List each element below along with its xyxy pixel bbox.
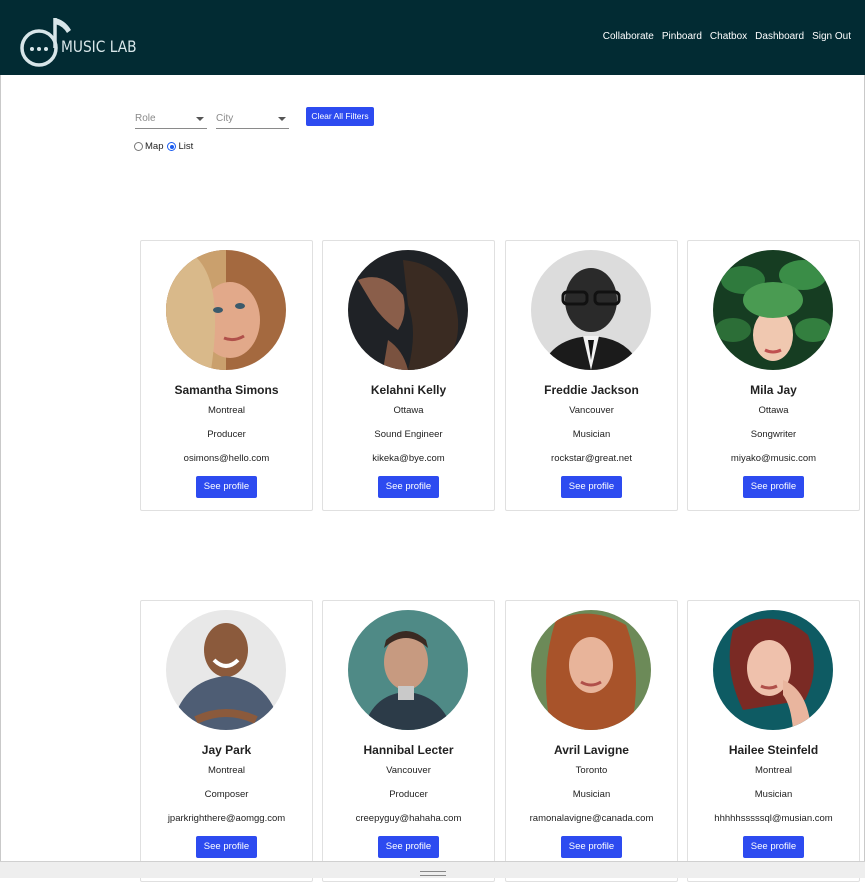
profile-email: kikeka@bye.com bbox=[372, 453, 445, 464]
profile-card: Jay Park Montreal Composer jparkrighther… bbox=[140, 600, 313, 882]
profile-email: miyako@music.com bbox=[730, 453, 817, 464]
profile-name: Mila Jay bbox=[750, 383, 797, 397]
profile-name: Samantha Simons bbox=[174, 383, 279, 397]
see-profile-button[interactable]: See profile bbox=[378, 476, 439, 498]
see-profile-button[interactable]: See profile bbox=[378, 836, 439, 858]
profile-email: osimons@hello.com bbox=[183, 453, 270, 464]
profile-card: Hannibal Lecter Vancouver Producer creep… bbox=[322, 600, 495, 882]
profile-role: Songwriter bbox=[750, 429, 797, 440]
map-radio-label: Map bbox=[145, 141, 164, 152]
avatar bbox=[713, 250, 833, 370]
avatar bbox=[348, 610, 468, 730]
list-radio[interactable] bbox=[167, 142, 177, 151]
map-radio[interactable] bbox=[134, 142, 143, 151]
list-radio-label: List bbox=[178, 141, 194, 152]
see-profile-button[interactable]: See profile bbox=[743, 476, 804, 498]
role-select-label: Role bbox=[135, 113, 156, 124]
profile-card: Kelahni Kelly Ottawa Sound Engineer kike… bbox=[322, 240, 495, 511]
nav-chatbox[interactable]: Chatbox bbox=[710, 31, 747, 42]
profile-city: Vancouver bbox=[386, 765, 431, 776]
profile-city: Montreal bbox=[755, 765, 792, 776]
city-select[interactable]: City bbox=[216, 108, 289, 129]
profile-email: creepyguy@hahaha.com bbox=[355, 813, 462, 824]
profile-role: Musician bbox=[572, 429, 611, 440]
city-select-label: City bbox=[216, 113, 234, 124]
profile-name: Hannibal Lecter bbox=[363, 743, 454, 757]
profile-name: Jay Park bbox=[201, 743, 252, 757]
nav-links: Collaborate Pinboard Chatbox Dashboard S… bbox=[603, 31, 851, 42]
brand-name: MUSIC LAB bbox=[61, 37, 137, 56]
drag-handle-icon[interactable] bbox=[420, 871, 446, 876]
profile-role: Musician bbox=[754, 789, 793, 800]
profile-name: Freddie Jackson bbox=[544, 383, 639, 397]
see-profile-button[interactable]: See profile bbox=[561, 476, 622, 498]
profile-card: Freddie Jackson Vancouver Musician rocks… bbox=[505, 240, 678, 511]
avatar bbox=[713, 610, 833, 730]
avatar bbox=[348, 250, 468, 370]
profile-name: Hailee Steinfeld bbox=[728, 743, 819, 757]
profile-name: Avril Lavigne bbox=[554, 743, 629, 757]
profile-city: Ottawa bbox=[758, 405, 789, 416]
see-profile-button[interactable]: See profile bbox=[196, 836, 257, 858]
avatar bbox=[531, 250, 651, 370]
profile-email: rockstar@great.net bbox=[551, 453, 632, 464]
profile-role: Composer bbox=[204, 789, 249, 800]
panel-resize-bar bbox=[0, 861, 865, 878]
profile-card: Samantha Simons Montreal Producer osimon… bbox=[140, 240, 313, 511]
nav-pinboard[interactable]: Pinboard bbox=[662, 31, 702, 42]
profile-city: Vancouver bbox=[569, 405, 614, 416]
nav-dashboard[interactable]: Dashboard bbox=[755, 31, 804, 42]
profile-role: Producer bbox=[389, 789, 428, 800]
profile-city: Montreal bbox=[208, 405, 245, 416]
profile-city: Toronto bbox=[575, 765, 608, 776]
avatar bbox=[166, 250, 286, 370]
profile-email: hhhhhsssssql@musian.com bbox=[714, 813, 833, 824]
profile-role: Musician bbox=[572, 789, 611, 800]
profile-email: jparkrighthere@aomgg.com bbox=[167, 813, 286, 824]
nav-collaborate[interactable]: Collaborate bbox=[603, 31, 654, 42]
profile-city: Montreal bbox=[208, 765, 245, 776]
chevron-down-icon bbox=[196, 117, 204, 121]
see-profile-button[interactable]: See profile bbox=[743, 836, 804, 858]
profile-name: Kelahni Kelly bbox=[370, 383, 447, 397]
navbar: MUSIC LAB Collaborate Pinboard Chatbox D… bbox=[0, 0, 865, 75]
profile-card: Hailee Steinfeld Montreal Musician hhhhh… bbox=[687, 600, 860, 882]
profile-role: Producer bbox=[207, 429, 246, 440]
profile-card: Avril Lavigne Toronto Musician ramonalav… bbox=[505, 600, 678, 882]
view-toggle: Map List bbox=[134, 141, 197, 152]
clear-all-filters-button[interactable]: Clear All Filters bbox=[306, 107, 374, 126]
role-select[interactable]: Role bbox=[135, 108, 207, 129]
see-profile-button[interactable]: See profile bbox=[561, 836, 622, 858]
profile-role: Sound Engineer bbox=[374, 429, 443, 440]
avatar bbox=[166, 610, 286, 730]
see-profile-button[interactable]: See profile bbox=[196, 476, 257, 498]
chevron-down-icon bbox=[278, 117, 286, 121]
nav-sign-out[interactable]: Sign Out bbox=[812, 31, 851, 42]
profile-email: ramonalavigne@canada.com bbox=[529, 813, 654, 824]
avatar bbox=[531, 610, 651, 730]
profile-card: Mila Jay Ottawa Songwriter miyako@music.… bbox=[687, 240, 860, 511]
profile-city: Ottawa bbox=[393, 405, 424, 416]
